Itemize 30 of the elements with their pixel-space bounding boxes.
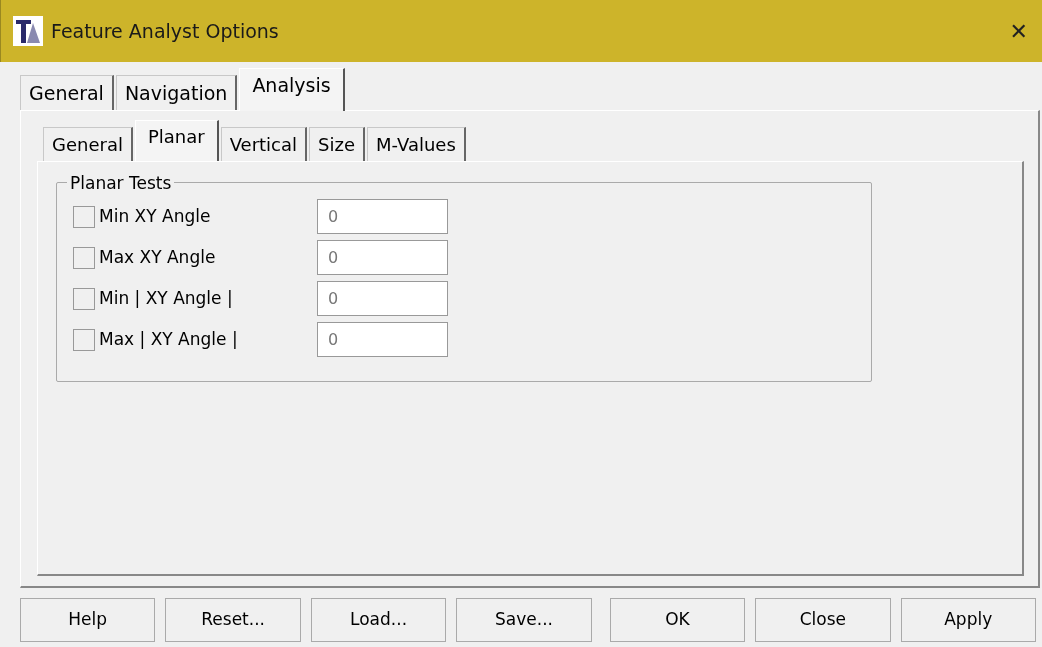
checkbox-label: Max XY Angle — [99, 245, 217, 269]
tab[interactable]: General — [43, 127, 133, 161]
tab[interactable]: Vertical — [220, 127, 308, 161]
tab[interactable]: M-Values — [367, 127, 466, 161]
checkbox-label: Min | XY Angle | — [99, 286, 234, 310]
input-field[interactable]: 0 — [317, 281, 448, 316]
window-title: Feature Analyst Options — [51, 18, 279, 44]
checkbox[interactable] — [73, 287, 95, 310]
tab[interactable]: Analysis — [239, 67, 345, 111]
tab[interactable]: Navigation — [115, 74, 238, 110]
tab[interactable]: General — [20, 74, 114, 110]
checkbox-label: Min XY Angle — [99, 204, 212, 228]
tab[interactable]: Size — [309, 127, 365, 161]
dialog-button[interactable]: Reset... — [165, 598, 301, 642]
app-icon — [13, 16, 43, 46]
input-field[interactable]: 0 — [317, 322, 448, 357]
dialog-button[interactable]: Apply — [900, 598, 1036, 642]
checkbox[interactable] — [73, 246, 95, 269]
tab[interactable]: Planar — [134, 120, 219, 162]
dialog-button[interactable]: Save... — [456, 598, 592, 642]
input-field[interactable]: 0 — [317, 240, 448, 275]
checkbox[interactable] — [73, 328, 95, 351]
dialog-button[interactable]: Load... — [310, 598, 447, 642]
input-field[interactable]: 0 — [317, 199, 448, 234]
checkbox[interactable] — [73, 205, 95, 228]
dialog-button[interactable]: OK — [609, 598, 746, 642]
dialog-button[interactable]: Help — [20, 598, 156, 642]
checkbox-label: Max | XY Angle | — [99, 327, 239, 351]
dialog-button[interactable]: Close — [755, 598, 891, 642]
close-button[interactable]: ✕ — [1005, 14, 1032, 48]
